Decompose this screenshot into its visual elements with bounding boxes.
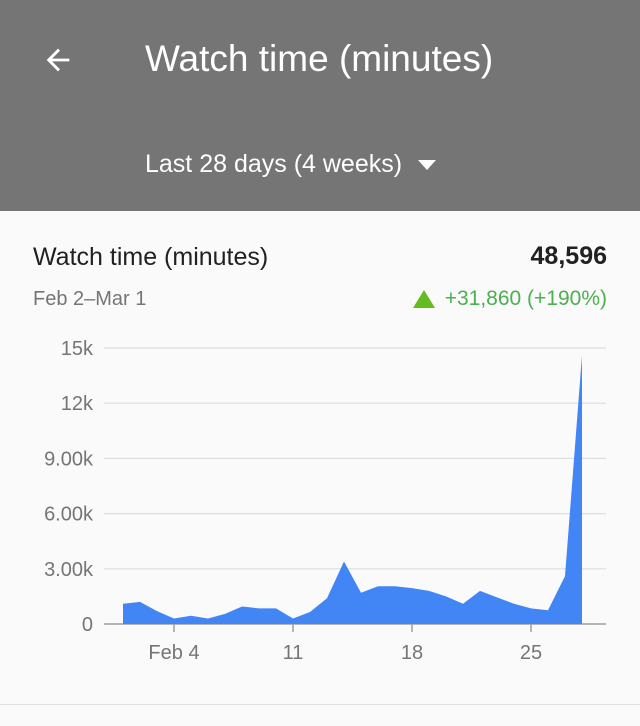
change-value: +31,860 (+190%): [444, 287, 607, 310]
x-tick-label: 25: [520, 642, 542, 664]
y-tick-label: 0: [82, 614, 93, 636]
watch-time-area: [123, 355, 582, 624]
triangle-up-icon: [412, 290, 435, 308]
x-tick-label: Feb 4: [148, 642, 199, 664]
watch-time-card: Watch time (minutes) 48,596 Feb 2–Mar 1 …: [0, 211, 640, 704]
arrow-back-icon: [46, 48, 70, 72]
y-tick-label: 9.00k: [44, 448, 94, 470]
metric-value: 48,596: [530, 242, 607, 270]
page-title: Watch time (minutes): [145, 38, 494, 79]
date-range-dropdown[interactable]: Last 28 days (4 weeks): [145, 144, 437, 184]
app-bar: Watch time (minutes) Last 28 days (4 wee…: [0, 0, 640, 211]
watch-time-chart: 0 3.00k 6.00k 9.00k 12k 15k Feb 4 11 18 25: [44, 338, 606, 664]
x-tick-label: 18: [401, 642, 423, 664]
change-indicator: +31,860 (+190%): [412, 287, 607, 311]
footer: [0, 705, 640, 726]
x-tick-label: 11: [283, 642, 304, 664]
caret-down-icon: [418, 160, 437, 170]
y-tick-label: 3.00k: [44, 559, 94, 581]
y-tick-label: 12k: [61, 393, 94, 415]
y-tick-label: 15k: [61, 338, 94, 360]
metric-label: Watch time (minutes): [33, 243, 269, 271]
date-range-text: Feb 2–Mar 1: [33, 288, 147, 310]
y-tick-label: 6.00k: [44, 504, 94, 526]
back-button[interactable]: [28, 30, 88, 90]
date-range-label: Last 28 days (4 weeks): [145, 149, 403, 178]
